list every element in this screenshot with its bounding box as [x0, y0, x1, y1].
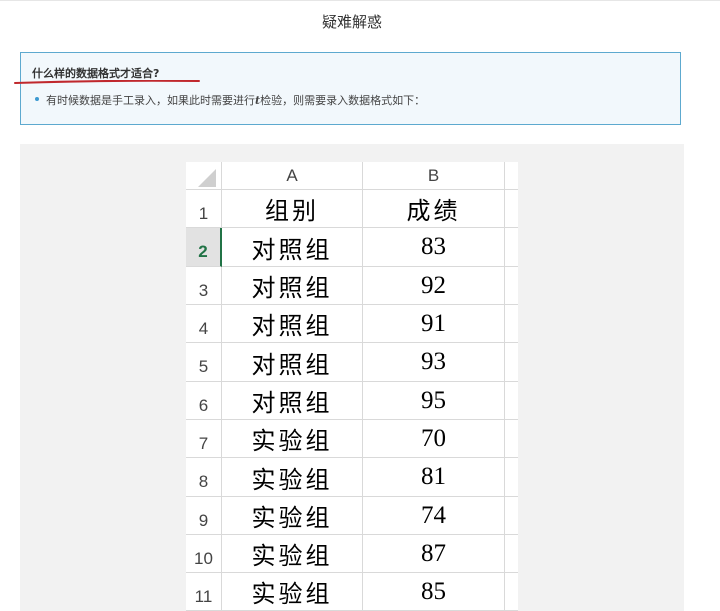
- cell-b[interactable]: 91: [363, 305, 505, 343]
- table-row: 2 对照组 83: [186, 228, 518, 267]
- column-header-c[interactable]: [505, 162, 518, 190]
- cell-a[interactable]: 实验组: [222, 420, 363, 458]
- faq-answer-suffix: 检验，则需要录入数据格式如下：: [260, 94, 426, 107]
- column-header-b[interactable]: B: [363, 162, 505, 190]
- table-row: 4 对照组 91: [186, 305, 518, 343]
- spreadsheet: A B 1 组别 成绩 2 对照组 83 3 对照组 92 4 对照组 91 5…: [186, 162, 518, 611]
- cell-b[interactable]: 93: [363, 343, 505, 382]
- row-number[interactable]: 8: [186, 458, 222, 497]
- cell-c[interactable]: [505, 228, 518, 267]
- select-all-corner[interactable]: [186, 162, 222, 190]
- cell-c[interactable]: [505, 382, 518, 420]
- cell-b[interactable]: 85: [363, 573, 505, 611]
- row-number[interactable]: 10: [186, 535, 222, 573]
- cell-a[interactable]: 实验组: [222, 497, 363, 535]
- table-row: 9 实验组 74: [186, 497, 518, 535]
- row-number[interactable]: 7: [186, 420, 222, 458]
- table-row: 5 对照组 93: [186, 343, 518, 382]
- cell-c[interactable]: [505, 420, 518, 458]
- faq-answer: 有时候数据是手工录入，如果此时需要进行t检验，则需要录入数据格式如下：: [46, 92, 425, 108]
- cell-b[interactable]: 成绩: [363, 190, 505, 228]
- cell-c[interactable]: [505, 267, 518, 305]
- cell-a[interactable]: 对照组: [222, 228, 363, 267]
- row-number[interactable]: 3: [186, 267, 222, 305]
- cell-c[interactable]: [505, 343, 518, 382]
- row-number[interactable]: 6: [186, 382, 222, 420]
- cell-b[interactable]: 70: [363, 420, 505, 458]
- bullet-dot-icon: [35, 97, 39, 101]
- cell-c[interactable]: [505, 190, 518, 228]
- row-number[interactable]: 5: [186, 343, 222, 382]
- table-row: 10 实验组 87: [186, 535, 518, 573]
- red-underline-mark: [14, 80, 200, 84]
- table-row: 11 实验组 85: [186, 573, 518, 611]
- column-header-row: A B: [186, 162, 518, 190]
- faq-box: 什么样的数据格式才适合? 有时候数据是手工录入，如果此时需要进行t检验，则需要录…: [20, 52, 681, 125]
- table-row: 1 组别 成绩: [186, 190, 518, 228]
- cell-a[interactable]: 实验组: [222, 573, 363, 611]
- table-row: 8 实验组 81: [186, 458, 518, 497]
- cell-c[interactable]: [505, 305, 518, 343]
- cell-a[interactable]: 实验组: [222, 535, 363, 573]
- cell-b[interactable]: 87: [363, 535, 505, 573]
- top-divider: [0, 0, 720, 1]
- cell-b[interactable]: 95: [363, 382, 505, 420]
- cell-a[interactable]: 对照组: [222, 305, 363, 343]
- row-number[interactable]: 9: [186, 497, 222, 535]
- table-row: 3 对照组 92: [186, 267, 518, 305]
- cell-a[interactable]: 组别: [222, 190, 363, 228]
- select-all-triangle-icon: [198, 169, 216, 187]
- row-number[interactable]: 4: [186, 305, 222, 343]
- table-row: 6 对照组 95: [186, 382, 518, 420]
- column-header-a[interactable]: A: [222, 162, 363, 190]
- faq-answer-prefix: 有时候数据是手工录入，如果此时需要进行: [46, 94, 255, 107]
- cell-a[interactable]: 对照组: [222, 267, 363, 305]
- cell-b[interactable]: 83: [363, 228, 505, 267]
- table-row: 7 实验组 70: [186, 420, 518, 458]
- cell-a[interactable]: 对照组: [222, 343, 363, 382]
- row-number-active[interactable]: 2: [186, 228, 222, 267]
- row-number[interactable]: 1: [186, 190, 222, 228]
- cell-a[interactable]: 实验组: [222, 458, 363, 497]
- cell-b[interactable]: 81: [363, 458, 505, 497]
- cell-a[interactable]: 对照组: [222, 382, 363, 420]
- row-number[interactable]: 11: [186, 573, 222, 611]
- cell-b[interactable]: 74: [363, 497, 505, 535]
- cell-c[interactable]: [505, 497, 518, 535]
- faq-question: 什么样的数据格式才适合?: [32, 67, 160, 80]
- cell-b[interactable]: 92: [363, 267, 505, 305]
- cell-c[interactable]: [505, 535, 518, 573]
- cell-c[interactable]: [505, 458, 518, 497]
- cell-c[interactable]: [505, 573, 518, 611]
- section-title: 疑难解惑: [321, 13, 382, 31]
